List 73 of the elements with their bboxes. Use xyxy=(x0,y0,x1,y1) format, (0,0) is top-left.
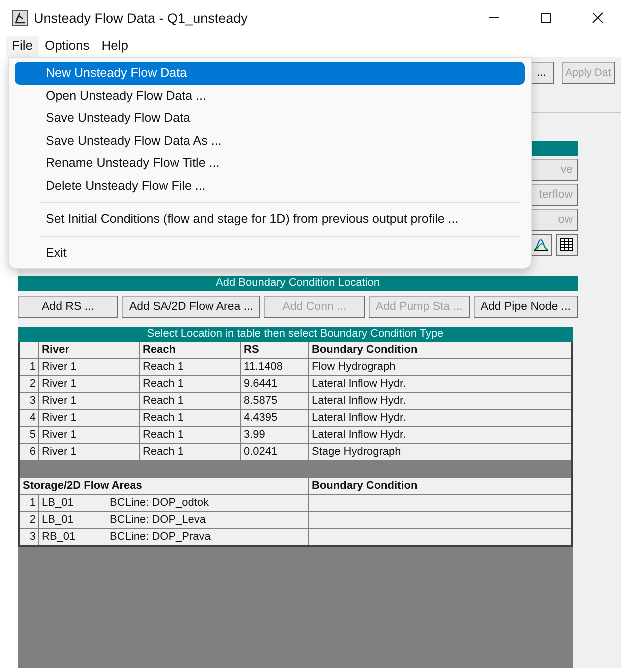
table-cell[interactable]: Stage Hydrograph xyxy=(309,444,571,460)
bc-line-name: BCLine: DOP_Leva xyxy=(110,513,206,528)
table-cell[interactable]: Lateral Inflow Hydr. xyxy=(309,376,571,392)
section-header xyxy=(530,141,578,156)
app-icon xyxy=(12,10,28,26)
area-name: LB_01 xyxy=(42,496,75,511)
table-cell[interactable]: Reach 1 xyxy=(140,393,240,409)
menu-item[interactable]: Delete Unsteady Flow File ... xyxy=(15,174,525,197)
table-cell[interactable]: River 1 xyxy=(39,427,139,443)
table-cell[interactable]: Reach 1 xyxy=(140,359,240,375)
table-cell[interactable]: 4.4395 xyxy=(241,410,308,426)
maximize-icon[interactable] xyxy=(540,12,552,24)
table-cell[interactable]: 8.5875 xyxy=(241,393,308,409)
area-name: RB_01 xyxy=(42,530,77,545)
table-cell[interactable]: Reach 1 xyxy=(140,444,240,460)
menu-title[interactable]: Help xyxy=(96,36,135,57)
table-header: Select Location in table then select Boundary Condition Type xyxy=(18,327,573,342)
menu-item[interactable]: Open Unsteady Flow Data ... xyxy=(15,84,525,107)
window-title: Unsteady Flow Data - Q1_unsteady xyxy=(34,10,249,26)
table-cell[interactable]: Reach 1 xyxy=(140,376,240,392)
add-button[interactable]: Add Pipe Node ... xyxy=(474,296,578,318)
section-header: Add Boundary Condition Location xyxy=(18,276,578,291)
table-cell[interactable]: Reach 1 xyxy=(140,427,240,443)
table-cell xyxy=(20,342,38,358)
row-number: 4 xyxy=(20,410,38,426)
table-cell[interactable]: River 1 xyxy=(39,393,139,409)
table-cell[interactable]: Reach 1 xyxy=(140,410,240,426)
menu-title[interactable]: File xyxy=(6,36,39,57)
table-cell[interactable]: 11.1408 xyxy=(241,359,308,375)
table-cell[interactable]: 3.99 xyxy=(241,427,308,443)
table-cell[interactable]: Lateral Inflow Hydr. xyxy=(309,393,571,409)
toolbar-button[interactable]: ... xyxy=(530,62,554,84)
row-number: 2 xyxy=(20,512,38,528)
hydrograph-icon[interactable] xyxy=(530,234,552,256)
table-cell[interactable] xyxy=(309,529,571,545)
area-name: LB_01 xyxy=(42,513,75,528)
table-icon[interactable] xyxy=(556,234,578,256)
column-header: Boundary Condition xyxy=(309,478,571,494)
table-cell[interactable]: Flow Hydrograph xyxy=(309,359,571,375)
row-number: 3 xyxy=(20,529,38,545)
column-header: River xyxy=(39,342,139,358)
table-cell[interactable]: River 1 xyxy=(39,410,139,426)
row-number: 1 xyxy=(20,495,38,511)
table-cell[interactable]: Lateral Inflow Hydr. xyxy=(309,427,571,443)
table-cell[interactable]: Lateral Inflow Hydr. xyxy=(309,410,571,426)
table-cell[interactable]: River 1 xyxy=(39,444,139,460)
table-cell[interactable]: 0.0241 xyxy=(241,444,308,460)
menu-item[interactable]: Save Unsteady Flow Data As ... xyxy=(15,130,525,152)
row-number: 6 xyxy=(20,444,38,460)
column-header: Boundary Condition xyxy=(309,342,571,358)
column-header: Reach xyxy=(140,342,240,358)
add-button[interactable]: Add RS ... xyxy=(18,296,118,318)
column-header: Storage/2D Flow Areas xyxy=(20,478,308,494)
table-cell[interactable]: River 1 xyxy=(39,376,139,392)
add-button[interactable]: Add SA/2D Flow Area ... xyxy=(122,296,260,318)
close-icon[interactable] xyxy=(592,12,604,24)
menu-item[interactable]: Save Unsteady Flow Data xyxy=(15,107,525,130)
menu-title[interactable]: Options xyxy=(38,36,96,57)
bc-line-name: BCLine: DOP_odtok xyxy=(110,496,210,511)
table-cell[interactable]: 9.6441 xyxy=(241,376,308,392)
menu-item[interactable]: New Unsteady Flow Data xyxy=(15,62,525,84)
table-cell[interactable] xyxy=(309,495,571,511)
row-number: 2 xyxy=(20,376,38,392)
menu-item[interactable]: Rename Unsteady Flow Title ... xyxy=(15,152,525,174)
table-cell[interactable] xyxy=(309,512,571,528)
menu-item[interactable]: Exit xyxy=(15,242,525,264)
table-cell[interactable]: River 1 xyxy=(39,359,139,375)
row-number: 3 xyxy=(20,393,38,409)
menu-item[interactable]: Set Initial Conditions (flow and stage for 1D) from previous output profile ... xyxy=(15,208,525,230)
column-header: RS xyxy=(241,342,308,358)
row-number: 5 xyxy=(20,427,38,443)
bc-line-name: BCLine: DOP_Prava xyxy=(110,530,211,545)
row-number: 1 xyxy=(20,359,38,375)
